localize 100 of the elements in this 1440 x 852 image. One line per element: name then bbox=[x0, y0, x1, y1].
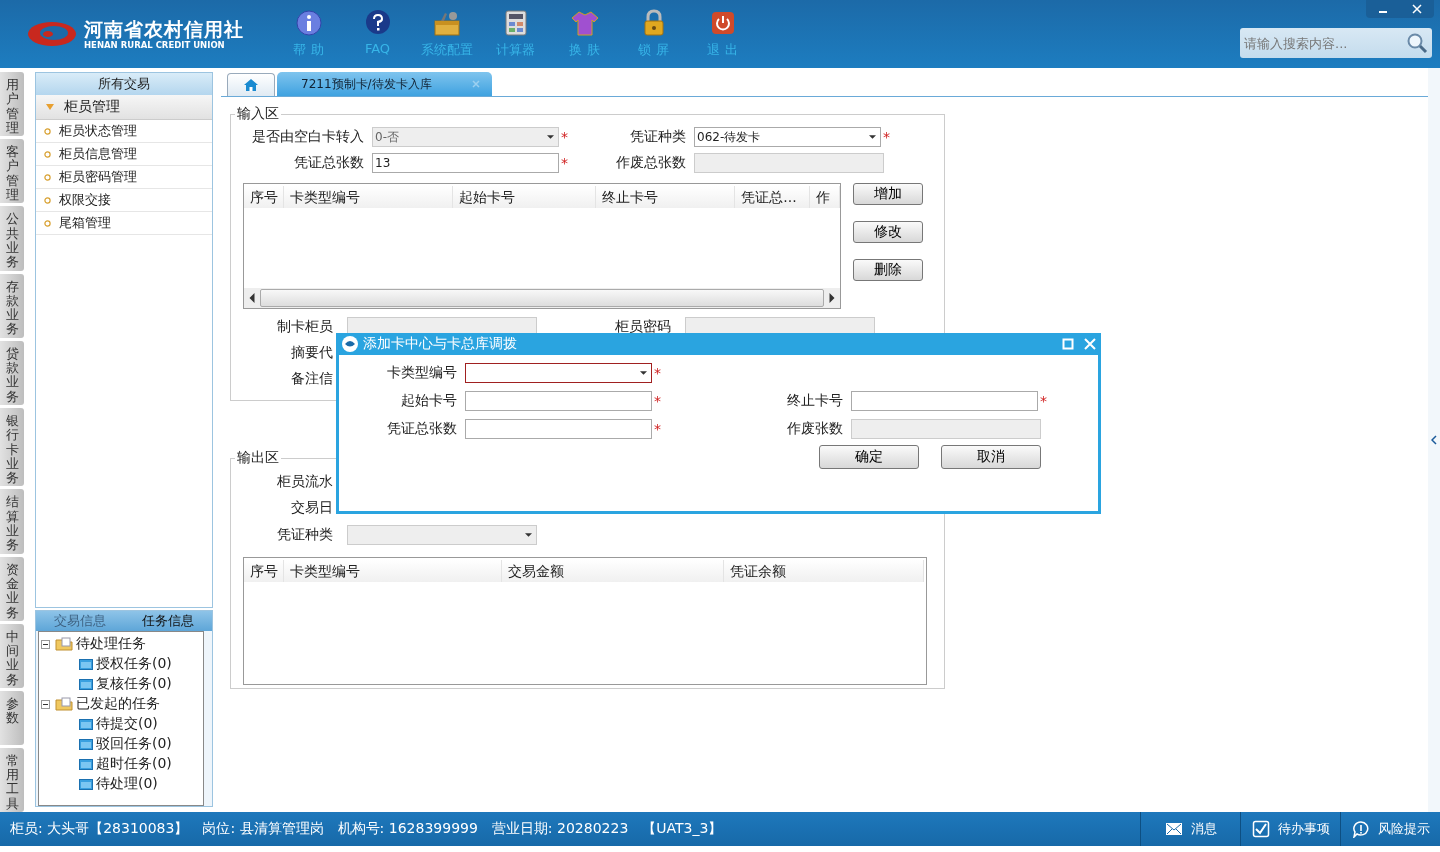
action-button[interactable]: 删除 bbox=[853, 259, 923, 281]
tree-node[interactable]: 待处理任务 bbox=[41, 634, 203, 654]
menu-item[interactable]: 尾箱管理 bbox=[36, 212, 212, 235]
scroll-left-icon[interactable] bbox=[248, 293, 256, 303]
menu-group[interactable]: 柜员管理 bbox=[36, 95, 212, 120]
search-icon[interactable] bbox=[1406, 32, 1428, 54]
caret-icon bbox=[46, 104, 54, 110]
field-label: 凭证种类 bbox=[629, 128, 686, 146]
toolbox-icon[interactable] bbox=[432, 9, 461, 37]
speech-bubble-icon[interactable] bbox=[1351, 820, 1370, 838]
dialog-button[interactable]: 取消 bbox=[941, 445, 1041, 469]
tree-node[interactable]: 驳回任务(0) bbox=[41, 734, 203, 754]
side-tab[interactable]: 用户管理 bbox=[0, 72, 24, 137]
field-label: 制卡柜员 bbox=[276, 318, 333, 336]
menu-item[interactable]: 柜员密码管理 bbox=[36, 166, 212, 189]
envelope-icon[interactable] bbox=[1164, 820, 1183, 838]
home-tab[interactable] bbox=[227, 73, 275, 96]
scroll-right-icon[interactable] bbox=[828, 293, 836, 303]
status-button[interactable]: 待办事项 bbox=[1240, 812, 1340, 846]
status-text: 营业日期: 20280223 bbox=[491, 820, 629, 838]
side-tab[interactable]: 公共业务 bbox=[0, 206, 24, 271]
side-tab[interactable]: 贷款业务 bbox=[0, 340, 24, 405]
status-button[interactable]: 风险提示 bbox=[1340, 812, 1440, 846]
logo-text: 河南省农村信用社 bbox=[84, 17, 244, 40]
dropdown-field[interactable]: 062-待发卡 bbox=[694, 127, 881, 147]
tree-node[interactable]: 授权任务(0) bbox=[41, 654, 203, 674]
dropdown-arrow-icon bbox=[525, 533, 532, 537]
tree-node[interactable]: 复核任务(0) bbox=[41, 674, 203, 694]
required-mark: * bbox=[1040, 393, 1047, 409]
side-tab[interactable]: 结算业务 bbox=[0, 489, 24, 554]
page-tab[interactable]: 7211预制卡/待发卡入库 bbox=[277, 72, 492, 96]
collapse-icon[interactable] bbox=[1431, 435, 1437, 445]
required-mark: * bbox=[561, 155, 568, 171]
collapse-icon[interactable] bbox=[41, 639, 50, 649]
field-label: 摘要代 bbox=[290, 344, 333, 362]
input-field[interactable] bbox=[465, 419, 652, 439]
action-button[interactable]: 修改 bbox=[853, 221, 923, 243]
info-icon[interactable] bbox=[294, 9, 323, 37]
column-header[interactable]: 卡类型编号 bbox=[283, 186, 454, 208]
field-label: 终止卡号 bbox=[786, 392, 843, 410]
bullet-icon bbox=[44, 196, 51, 204]
menu-item[interactable]: 柜员信息管理 bbox=[36, 143, 212, 166]
menu-item[interactable]: 柜员状态管理 bbox=[36, 120, 212, 143]
side-tab[interactable]: 参数 bbox=[0, 691, 24, 745]
field-label: 柜员密码 bbox=[614, 318, 671, 336]
field-label: 凭证种类 bbox=[276, 526, 333, 544]
search-field[interactable]: 请输入搜索内容... bbox=[1240, 28, 1432, 58]
side-tab[interactable]: 存款业务 bbox=[0, 273, 24, 338]
action-button[interactable]: 增加 bbox=[853, 183, 923, 205]
column-header[interactable]: 序号 bbox=[244, 186, 284, 208]
input-field[interactable]: 13 bbox=[372, 153, 559, 173]
folder-icon bbox=[55, 637, 73, 651]
status-text: 【UAT3_3】 bbox=[642, 820, 723, 838]
input-field[interactable] bbox=[851, 391, 1038, 411]
panel-title: 所有交易 bbox=[36, 73, 212, 95]
folder-icon bbox=[79, 718, 93, 730]
side-tab[interactable]: 客户管理 bbox=[0, 139, 24, 204]
folder-icon bbox=[79, 778, 93, 790]
folder-icon bbox=[79, 758, 93, 770]
scrollbar[interactable] bbox=[244, 288, 840, 308]
field-label: 凭证总张数 bbox=[293, 154, 364, 172]
dropdown-arrow-icon bbox=[869, 135, 876, 139]
dialog-button[interactable]: 确定 bbox=[819, 445, 919, 469]
field-label: 作废张数 bbox=[786, 420, 843, 438]
checkbox-icon[interactable] bbox=[1251, 820, 1270, 838]
field-label: 卡类型编号 bbox=[386, 364, 457, 382]
input-field[interactable] bbox=[465, 391, 652, 411]
status-text: 机构号: 1628399999 bbox=[337, 820, 478, 838]
column-header[interactable]: 交易金额 bbox=[502, 560, 724, 582]
column-header[interactable]: 终止卡号 bbox=[595, 186, 736, 208]
side-tab[interactable]: 银行卡业务 bbox=[0, 407, 24, 487]
column-header[interactable]: 作 bbox=[810, 186, 840, 208]
logo-subtitle: HENAN RURAL CREDIT UNION bbox=[84, 39, 226, 51]
dropdown-arrow-icon bbox=[640, 371, 647, 375]
tree-node[interactable]: 已发起的任务 bbox=[41, 694, 203, 714]
bullet-icon bbox=[44, 219, 51, 227]
side-tab[interactable]: 中间业务 bbox=[0, 623, 24, 688]
bullet-icon bbox=[44, 127, 51, 135]
menu-item[interactable]: 权限交接 bbox=[36, 189, 212, 212]
column-header[interactable]: 凭证余额 bbox=[724, 560, 924, 582]
column-header[interactable]: 凭证总... bbox=[735, 186, 811, 208]
panel-tab[interactable]: 任务信息 bbox=[124, 611, 212, 631]
dropdown-field[interactable] bbox=[465, 363, 652, 383]
side-tab[interactable]: 资金业务 bbox=[0, 556, 24, 621]
tree-node[interactable]: 超时任务(0) bbox=[41, 754, 203, 774]
field-label: 凭证总张数 bbox=[386, 420, 457, 438]
side-tab[interactable]: 常用工具 bbox=[0, 747, 24, 812]
tree-node[interactable]: 待提交(0) bbox=[41, 714, 203, 734]
collapse-icon[interactable] bbox=[41, 699, 50, 709]
tree-node[interactable]: 待处理(0) bbox=[41, 774, 203, 794]
column-header[interactable]: 序号 bbox=[244, 560, 284, 582]
field-label: 柜员流水 bbox=[276, 473, 333, 491]
status-button[interactable]: 消息 bbox=[1140, 812, 1240, 846]
column-header[interactable]: 起始卡号 bbox=[453, 186, 596, 208]
folder-icon bbox=[79, 658, 93, 670]
bullet-icon bbox=[44, 173, 51, 181]
column-header[interactable]: 卡类型编号 bbox=[284, 560, 502, 582]
maximize-icon[interactable] bbox=[1062, 338, 1074, 350]
logo-icon bbox=[26, 19, 78, 49]
help-icon[interactable] bbox=[363, 9, 392, 37]
